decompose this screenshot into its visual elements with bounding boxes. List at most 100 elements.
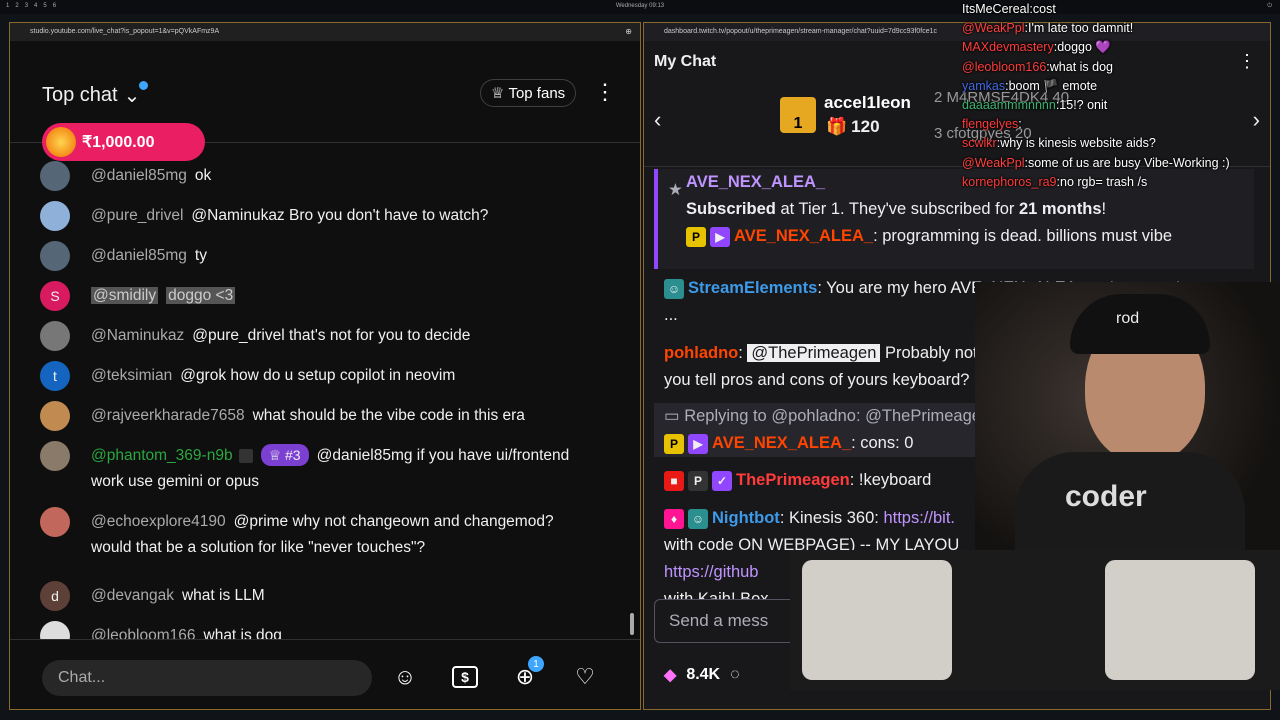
youtube-chat-header: Top chat ⌄ ♕ Top fans ⋮ ₹1,000.00 bbox=[10, 43, 640, 161]
scrollbar[interactable] bbox=[630, 153, 636, 635]
message-text: what should be the vibe code in this era bbox=[252, 407, 525, 424]
top-gifter-name[interactable]: accel1leon bbox=[824, 93, 911, 113]
message-text: doggo <3 bbox=[166, 287, 236, 304]
chat-input[interactable]: Chat... bbox=[42, 660, 372, 696]
message-author[interactable]: ThePrimeagen bbox=[736, 471, 850, 489]
overlay-author: ItsMeCereal bbox=[962, 2, 1030, 16]
message-text: @pure_drivel that's not for you to decid… bbox=[192, 327, 471, 344]
message-author[interactable]: pohladno bbox=[664, 344, 738, 362]
workspace-2[interactable]: 2 bbox=[15, 3, 18, 9]
message-author[interactable]: @pure_drivel bbox=[91, 207, 183, 224]
youtube-chat-footer: Chat... ☺ $ ⊕ 1 ♡ bbox=[10, 639, 640, 709]
twitch-url: dashboard.twitch.tv/popout/u/theprimeage… bbox=[664, 28, 937, 35]
badge-icon: P bbox=[688, 470, 708, 491]
more-options-icon[interactable]: ⋮ bbox=[594, 81, 616, 103]
overlay-line: ItsMeCereal:cost bbox=[962, 2, 1056, 16]
top-fans-button[interactable]: ♕ Top fans bbox=[480, 79, 577, 107]
dollar-icon: $ bbox=[452, 666, 478, 688]
message-author[interactable]: @teksimian bbox=[91, 367, 172, 384]
badge-icon: P bbox=[686, 226, 706, 247]
message-text: @Naminukaz Bro you don't have to watch? bbox=[191, 207, 489, 224]
zoom-icon[interactable]: ⊕ bbox=[625, 27, 632, 36]
avatar bbox=[40, 401, 70, 431]
message-text: : cons: 0 bbox=[851, 434, 914, 452]
sub-badge-icon: ▶ bbox=[710, 226, 730, 247]
overlay-author: scwlkr bbox=[962, 136, 997, 151]
gift-count: 120 bbox=[851, 117, 880, 136]
workspace-4[interactable]: 4 bbox=[34, 3, 37, 9]
clock: Wednesday 09:13 bbox=[615, 3, 665, 9]
webcam-feed: rod coder bbox=[975, 282, 1280, 572]
overlay-text: doggo 💜 bbox=[1057, 40, 1111, 55]
overlay-line: @WeakPpl:I'm late too damnit! bbox=[962, 21, 1134, 36]
gift-icon: 1 bbox=[780, 97, 816, 133]
overlay-author: MAXdevmastery bbox=[962, 40, 1054, 55]
overlay-text: no rgb= trash /s bbox=[1060, 174, 1148, 189]
overlay-author: flengelyes bbox=[962, 117, 1019, 132]
avatar bbox=[40, 441, 70, 471]
refresh-icon[interactable]: ◌ bbox=[730, 666, 740, 684]
message-text-cont: ... bbox=[664, 306, 678, 324]
bot-badge-icon: ☺ bbox=[688, 508, 708, 529]
prime-badge-icon: ♦ bbox=[664, 508, 684, 529]
message-text: what is LLM bbox=[181, 587, 265, 604]
message-link-2[interactable]: https://github bbox=[664, 563, 758, 581]
super-chat-button[interactable]: $ bbox=[450, 662, 480, 692]
avatar bbox=[40, 161, 70, 191]
message-text: : programming is dead. billions must vib… bbox=[873, 227, 1173, 245]
message-author[interactable]: @rajveerkharade7658 bbox=[91, 407, 245, 424]
message-author[interactable]: @daniel85mg bbox=[91, 247, 187, 264]
top-fans-label: Top fans bbox=[508, 84, 566, 102]
overlay-text: why is kinesis website aids? bbox=[1000, 136, 1156, 151]
scrollbar-thumb[interactable] bbox=[630, 613, 634, 635]
broadcaster-badge-icon: ■ bbox=[664, 470, 684, 491]
reply-icon: ▭ bbox=[664, 407, 680, 425]
message-author[interactable]: AVE_NEX_ALEA_ bbox=[712, 434, 851, 452]
message-author[interactable]: Nightbot bbox=[712, 509, 780, 527]
message-author[interactable]: @smidily bbox=[91, 287, 159, 304]
overlay-line: @WeakPpl:some of us are busy Vibe-Workin… bbox=[962, 155, 1230, 170]
bits-icon: ◆ bbox=[664, 667, 677, 684]
youtube-url: studio.youtube.com/live_chat?is_popout=1… bbox=[30, 28, 220, 35]
emoji-icon[interactable]: ☺ bbox=[390, 662, 420, 692]
new-indicator-dot bbox=[139, 81, 148, 90]
chat-mode-selector[interactable]: Top chat ⌄ bbox=[42, 81, 148, 108]
overlay-text: I'm late too damnit! bbox=[1027, 21, 1134, 36]
channel-points[interactable]: ◆ 8.4K ◌ bbox=[664, 665, 740, 685]
add-reaction-button[interactable]: ⊕ 1 bbox=[510, 656, 544, 692]
channel-points-count: 8.4K bbox=[686, 666, 721, 683]
overlay-text: cost bbox=[1032, 2, 1056, 16]
heart-icon[interactable]: ♡ bbox=[570, 662, 600, 692]
message-author[interactable]: @devangak bbox=[91, 587, 174, 604]
gifter-rank: 1 bbox=[793, 115, 803, 132]
workspace-1[interactable]: 1 bbox=[6, 3, 9, 9]
message-author[interactable]: @Naminukaz bbox=[91, 327, 184, 344]
message-author[interactable]: AVE_NEX_ALEA_ bbox=[734, 227, 873, 245]
youtube-url-bar[interactable]: studio.youtube.com/live_chat?is_popout=1… bbox=[10, 23, 640, 41]
chevron-left-icon[interactable]: ‹ bbox=[654, 107, 661, 133]
chat-mode-title: Top chat bbox=[42, 84, 118, 106]
chevron-down-icon: ⌄ bbox=[123, 85, 141, 107]
workspace-switcher[interactable]: 1 2 3 4 5 6 bbox=[6, 3, 56, 9]
message-author[interactable]: @echoexplore4190 bbox=[91, 513, 226, 530]
workspace-6[interactable]: 6 bbox=[53, 3, 56, 9]
message-text-line2: you tell pros and cons of yours keyboard… bbox=[664, 371, 970, 389]
avatar bbox=[40, 201, 70, 231]
sub-badge-icon: ▶ bbox=[688, 433, 708, 454]
overlay-text: some of us are busy Vibe-Working :) bbox=[1027, 155, 1230, 170]
overlay-author: kornephoros_ra9 bbox=[962, 174, 1057, 189]
gifter-rank: 3 bbox=[934, 125, 943, 142]
top-fan-rank-badge: ♕ #3 bbox=[260, 444, 309, 466]
avatar: t bbox=[40, 361, 70, 391]
message-author[interactable]: StreamElements bbox=[688, 279, 817, 297]
overlay-author: @WeakPpl bbox=[962, 155, 1025, 170]
message-text: ty bbox=[194, 247, 207, 264]
message-author[interactable]: @phantom_369-n9b bbox=[91, 447, 233, 464]
workspace-3[interactable]: 3 bbox=[25, 3, 28, 9]
message-author[interactable]: @daniel85mg bbox=[91, 167, 187, 184]
workspace-5[interactable]: 5 bbox=[43, 3, 46, 9]
input-placeholder: Send a mess bbox=[669, 611, 769, 630]
mention-highlight[interactable]: @ThePrimeagen bbox=[747, 344, 881, 362]
message-link[interactable]: https://bit. bbox=[883, 509, 955, 527]
message-text: @grok how do u setup copilot in neovim bbox=[180, 367, 456, 384]
